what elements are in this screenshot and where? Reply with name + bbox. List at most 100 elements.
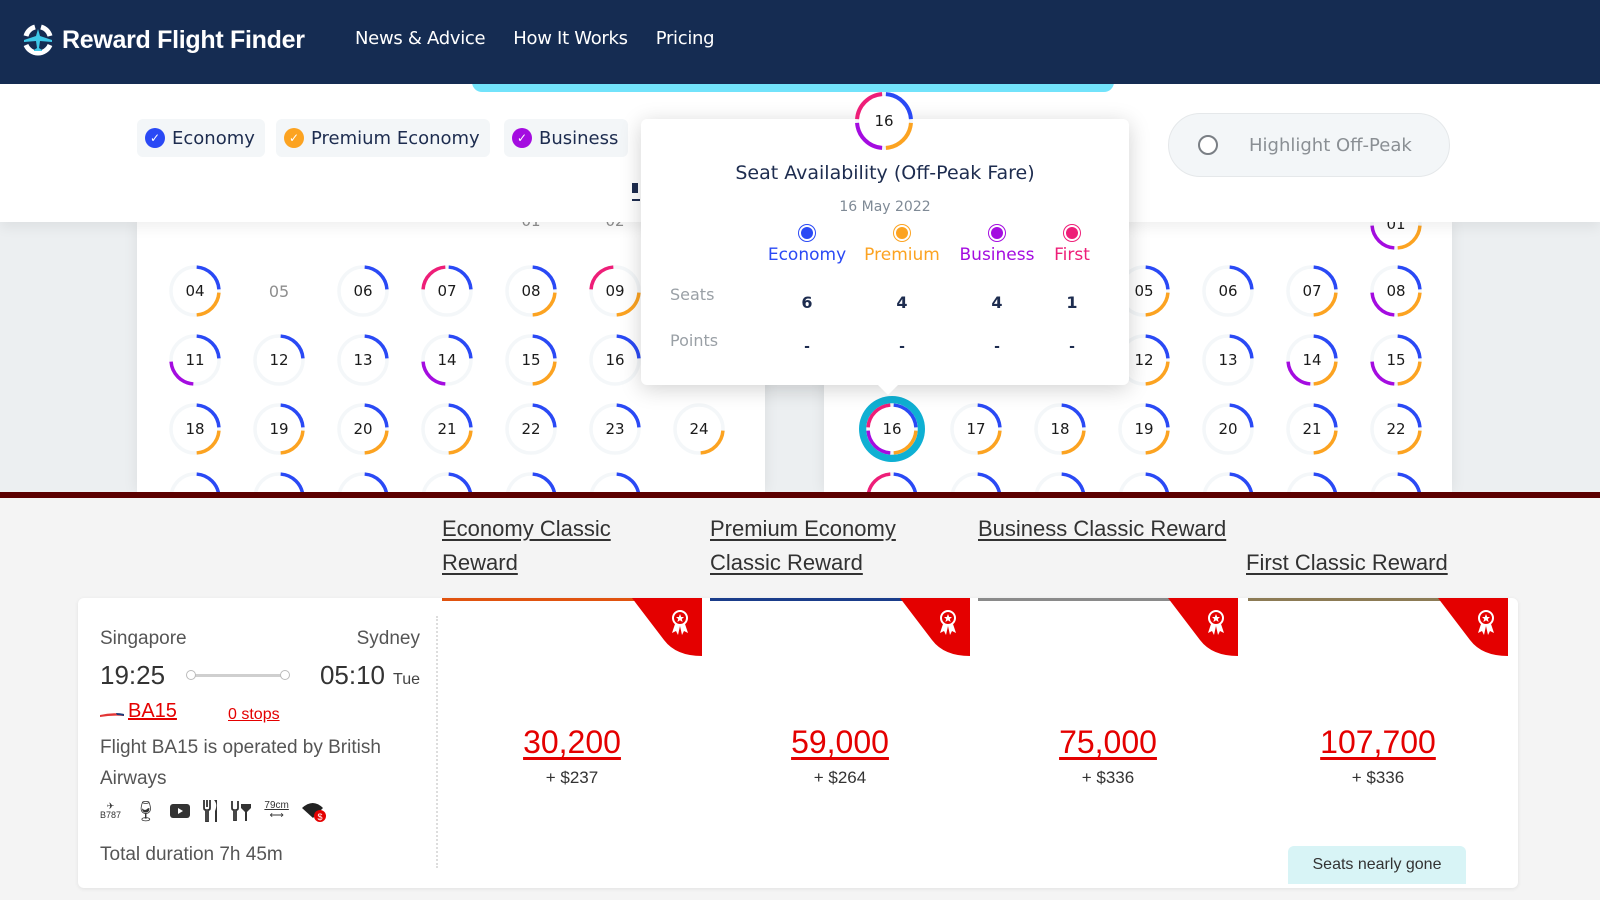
fare-tax: + $264 [813,768,867,787]
award-ribbon-icon [1168,598,1238,656]
header-first-classic[interactable]: First Classic Reward [1246,546,1506,580]
calendar-day[interactable] [418,469,476,492]
calendar-day[interactable]: 20 [1199,400,1257,458]
section-divider [0,492,1600,498]
nav-news-advice[interactable]: News & Advice [355,28,486,49]
calendar-day[interactable]: 19 [250,400,308,458]
flight-number-link[interactable]: BA15 [128,700,177,723]
operated-by-text: Flight BA15 is operated by British Airwa… [100,737,381,789]
calendar-day[interactable]: 15 [502,331,560,389]
calendar-day[interactable]: 17 [947,400,1005,458]
stops-link[interactable]: 0 stops [228,706,280,724]
fare-points-link[interactable]: 30,200 [442,724,702,761]
calendar-day-number[interactable]: 02 [586,222,644,230]
nav-how-it-works[interactable]: How It Works [513,28,628,49]
calendar-day[interactable]: 18 [1031,400,1089,458]
filter-business[interactable]: ✓ Business [504,119,629,157]
day-number [502,469,560,492]
calendar-day[interactable] [863,469,921,492]
header-economy-classic[interactable]: Economy Classic Reward [442,512,692,580]
day-number: 20 [1218,420,1238,438]
fare-economy[interactable]: 30,200 + $237 [442,598,702,888]
calendar-day[interactable] [1199,469,1257,492]
calendar-day[interactable]: 14 [418,331,476,389]
calendar-day[interactable]: 20 [334,400,392,458]
fare-premium-economy[interactable]: 59,000 + $264 [710,598,970,888]
calendar-day[interactable] [250,469,308,492]
day-number: 14 [1302,351,1322,369]
calendar-day[interactable]: 07 [418,262,476,320]
calendar-day[interactable] [1367,469,1425,492]
drinks-icon: 🍷︎ [133,800,159,823]
calendar-day[interactable]: 23 [586,400,644,458]
fare-points-link[interactable]: 59,000 [710,724,970,761]
calendar-day[interactable] [1031,469,1089,492]
calendar-day[interactable]: 22 [1367,400,1425,458]
brand-name: Reward Flight Finder [62,25,305,54]
calendar-day[interactable]: 05 [250,262,308,320]
calendar-day[interactable]: 21 [418,400,476,458]
calendar-day[interactable]: 12 [250,331,308,389]
calendar-day[interactable] [166,469,224,492]
destination-city: Sydney [356,628,420,649]
day-number: 16 [605,351,625,369]
calendar-day[interactable]: 24 [670,400,728,458]
award-ribbon-icon [900,598,970,656]
calendar-day[interactable]: 06 [1199,262,1257,320]
filter-economy[interactable]: ✓ Economy [137,119,265,157]
special-meals-icon [230,798,252,824]
calendar-day[interactable]: 06 [334,262,392,320]
aircraft-b787-icon: ✈ B787 [100,801,122,820]
calendar-day[interactable]: 16 [859,396,925,462]
calendar-day-number[interactable]: 01 [502,222,560,230]
day-number [1283,469,1341,492]
calendar-day[interactable] [334,469,392,492]
day-number: 08 [1386,282,1406,300]
calendar-day[interactable]: 11 [166,331,224,389]
day-number: 21 [437,420,457,438]
calendar-day[interactable] [502,469,560,492]
highlight-offpeak-toggle[interactable]: Highlight Off-Peak [1168,113,1450,177]
filter-premium-economy-label: Premium Economy [311,127,480,149]
calendar-day[interactable]: 22 [502,400,560,458]
header-business-classic[interactable]: Business Classic Reward [978,512,1228,546]
arrive-day: Tue [393,671,420,688]
fare-first[interactable]: 107,700 + $336 Seats nearly gone [1248,598,1508,888]
calendar-day[interactable]: 04 [166,262,224,320]
fare-business[interactable]: 75,000 + $336 [978,598,1238,888]
calendar-day[interactable]: 07 [1283,262,1341,320]
calendar-day[interactable]: 18 [166,400,224,458]
calendar-day[interactable]: 19 [1115,400,1173,458]
filter-premium-economy[interactable]: ✓ Premium Economy [276,119,490,157]
highlight-offpeak-label: Highlight Off-Peak [1249,134,1412,156]
calendar-day[interactable]: 13 [334,331,392,389]
calendar-day[interactable]: 08 [1367,262,1425,320]
calendar-day[interactable]: 16 [586,331,644,389]
day-number: 07 [1302,282,1322,300]
calendar-day[interactable]: 13 [1199,331,1257,389]
day-number: 20 [353,420,373,438]
day-number: 06 [353,282,373,300]
award-ribbon-icon [1438,598,1508,656]
calendar-day[interactable]: 01 [1367,222,1425,253]
brand-logo[interactable]: Reward Flight Finder [18,20,305,60]
calendar-day[interactable]: 09 [586,262,644,320]
calendar-day[interactable]: 08 [502,262,560,320]
fare-points-link[interactable]: 107,700 [1248,724,1508,761]
svg-text:$: $ [317,812,322,822]
calendar-day[interactable]: 21 [1283,400,1341,458]
route-line [186,670,290,680]
calendar-day[interactable] [1115,469,1173,492]
calendar-day[interactable]: 15 [1367,331,1425,389]
filter-business-label: Business [539,127,619,149]
day-number [1367,469,1425,492]
nav-pricing[interactable]: Pricing [656,28,715,49]
header-premium-economy-classic[interactable]: Premium Economy Classic Reward [710,512,960,580]
calendar-day[interactable] [1283,469,1341,492]
award-ribbon-icon [632,598,702,656]
fare-points-link[interactable]: 75,000 [978,724,1238,761]
calendar-day[interactable]: 14 [1283,331,1341,389]
calendar-day[interactable] [947,469,1005,492]
day-number [250,469,308,492]
calendar-day[interactable] [586,469,644,492]
